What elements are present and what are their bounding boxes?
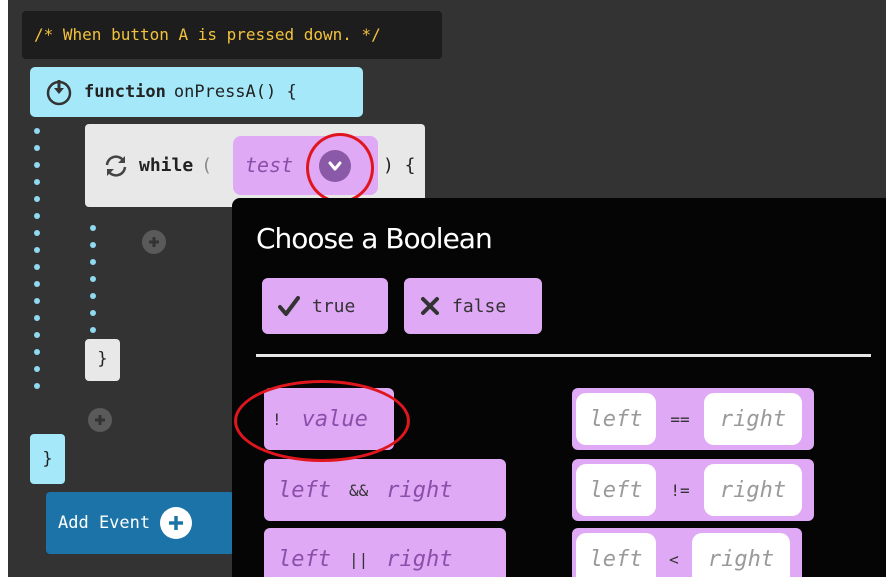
while-open-paren: ( — [201, 155, 213, 176]
not-equals-block-option[interactable]: left != right — [572, 459, 814, 521]
add-event-button[interactable]: Add Event — [46, 492, 234, 554]
true-button[interactable]: true — [262, 278, 388, 334]
power-icon — [44, 77, 74, 107]
code-comment[interactable]: /* When button A is pressed down. */ — [22, 11, 442, 59]
code-editor: /* When button A is pressed down. */ fun… — [8, 0, 886, 577]
while-close-brace: } — [85, 339, 120, 381]
or-operator: || — [348, 549, 369, 569]
while-loop-block[interactable]: while ( test ) { — [85, 124, 425, 207]
or-right: right — [386, 546, 453, 572]
popup-title: Choose a Boolean — [256, 222, 493, 255]
equals-right: right — [704, 393, 802, 445]
or-left: left — [278, 546, 331, 572]
or-block-option[interactable]: left || right — [264, 528, 506, 577]
x-icon — [421, 297, 439, 315]
and-right: right — [386, 477, 453, 503]
less-than-block-option[interactable]: left < right — [572, 528, 802, 577]
false-label: false — [452, 295, 507, 317]
condition-placeholder: test — [245, 153, 294, 177]
function-body-gutter — [34, 128, 42, 400]
equals-left: left — [576, 393, 656, 445]
less-than-right: right — [692, 533, 790, 577]
function-block-header[interactable]: function onPressA() { — [30, 67, 363, 117]
false-button[interactable]: false — [404, 278, 542, 334]
add-statement-plus-icon[interactable] — [142, 230, 166, 254]
while-body-gutter — [90, 225, 98, 344]
highlight-circle-not-block — [234, 380, 410, 462]
not-equals-right: right — [704, 464, 802, 516]
checkmark-icon — [278, 296, 300, 316]
plus-icon — [160, 507, 193, 539]
not-equals-operator: != — [670, 480, 690, 500]
popup-divider — [256, 354, 871, 357]
not-equals-left: left — [576, 464, 656, 516]
less-than-left: left — [576, 533, 656, 577]
add-event-label: Add Event — [58, 513, 151, 533]
while-keyword: while — [139, 155, 194, 176]
less-than-operator: < — [669, 549, 679, 569]
true-label: true — [312, 295, 356, 317]
equals-operator: == — [670, 409, 690, 429]
refresh-icon — [103, 153, 129, 179]
and-block-option[interactable]: left && right — [264, 459, 506, 521]
and-left: left — [278, 477, 331, 503]
function-name: onPressA() { — [173, 82, 297, 102]
add-statement-plus-icon-2[interactable] — [88, 408, 112, 432]
while-close: ) { — [383, 155, 416, 176]
equals-block-option[interactable]: left == right — [572, 388, 814, 450]
function-keyword: function — [84, 82, 166, 102]
highlight-circle-dropdown — [306, 133, 374, 203]
function-close-brace: } — [30, 434, 65, 484]
and-operator: && — [348, 480, 369, 500]
